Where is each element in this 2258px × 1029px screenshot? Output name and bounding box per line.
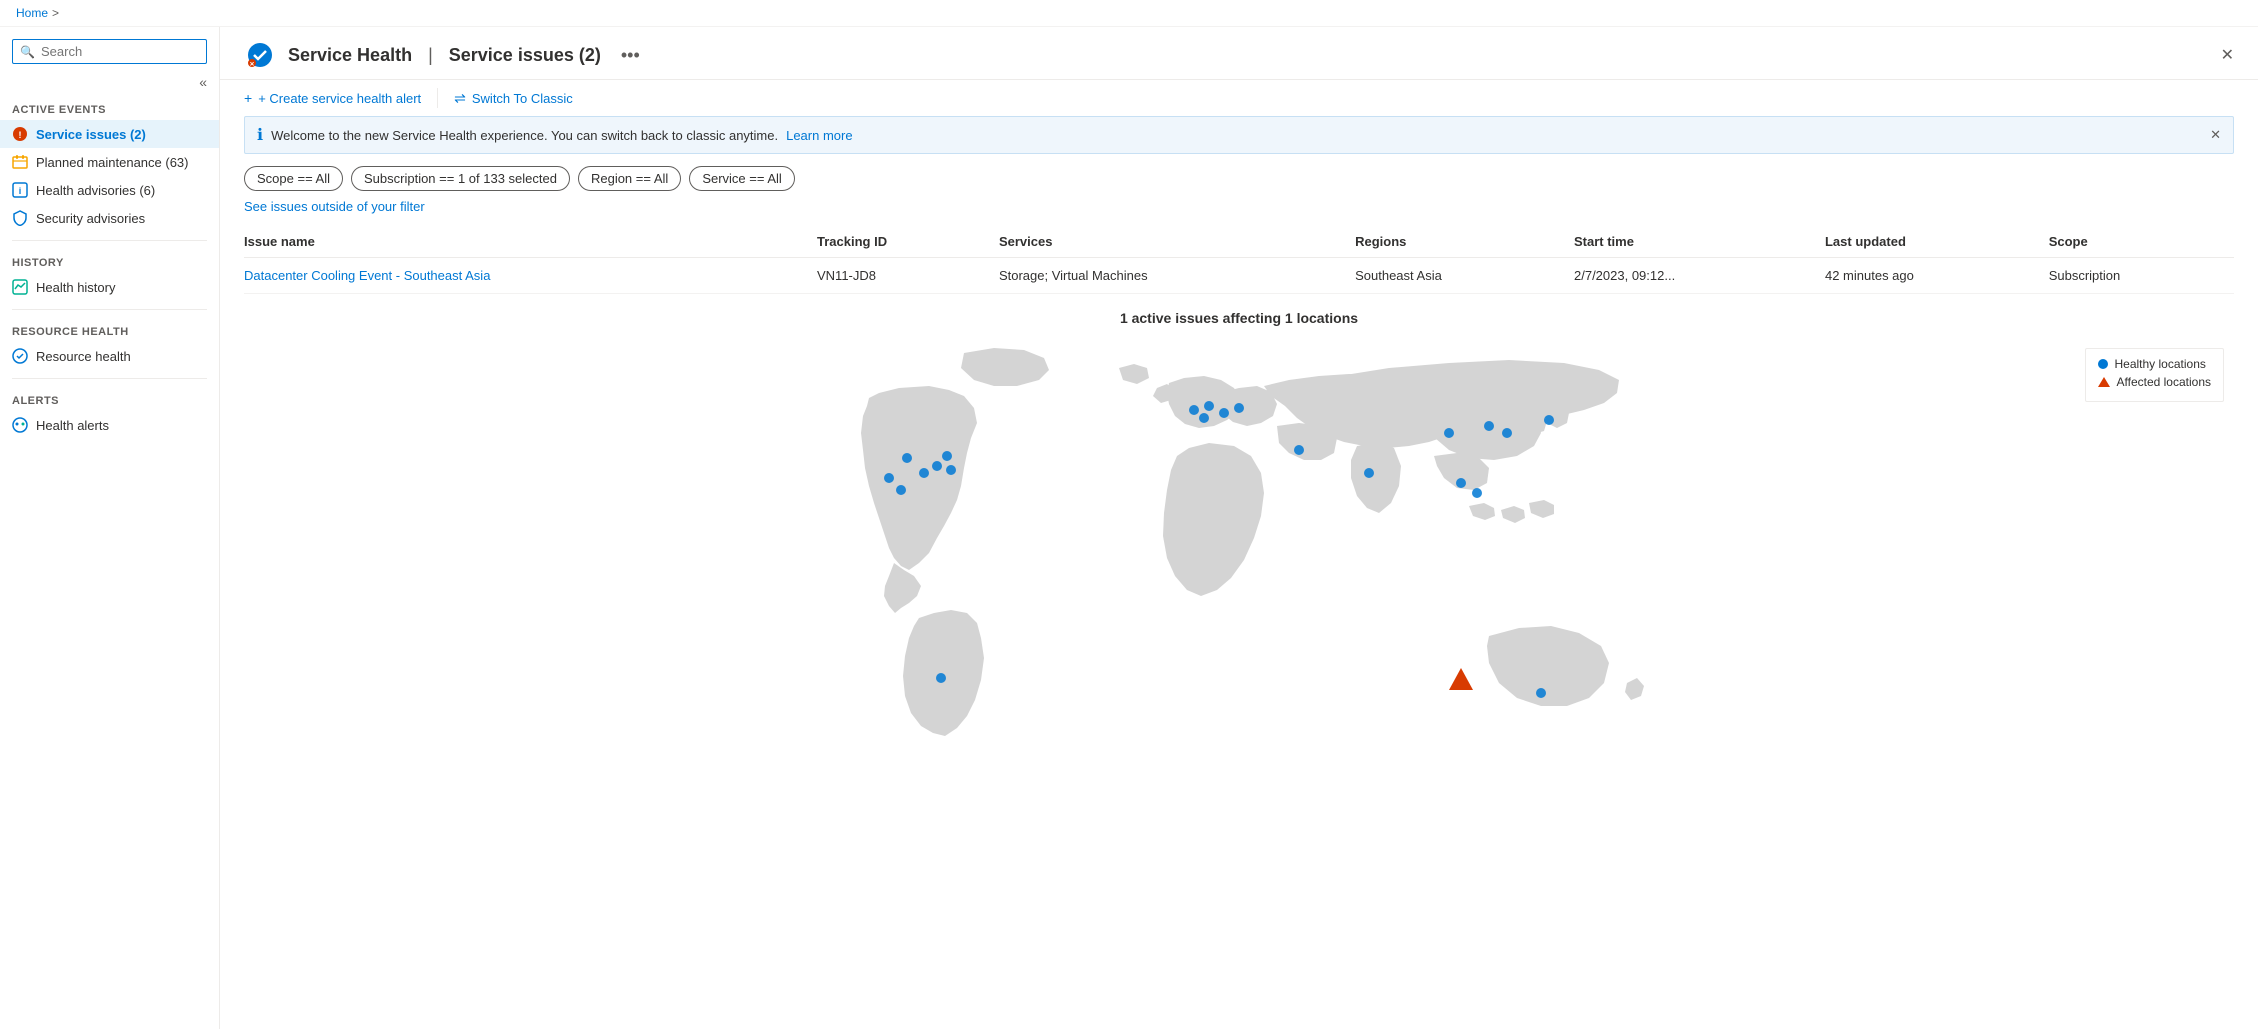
tracking-id-cell: VN11-JD8: [817, 258, 999, 294]
see-issues-link[interactable]: See issues outside of your filter: [244, 199, 425, 214]
filters-bar: Scope == All Subscription == 1 of 133 se…: [220, 166, 2258, 199]
banner-close-button[interactable]: ✕: [2210, 127, 2221, 143]
sidebar-item-planned-maintenance[interactable]: Planned maintenance (63): [0, 148, 219, 176]
switch-classic-button[interactable]: ⇌ Switch To Classic: [454, 90, 573, 107]
toolbar: + + Create service health alert ⇌ Switch…: [220, 80, 2258, 116]
toolbar-divider: [437, 88, 438, 108]
affected-triangle-icon: [2098, 377, 2110, 387]
create-alert-button[interactable]: + + Create service health alert: [244, 90, 421, 106]
sidebar-section-history: HISTORY: [0, 249, 219, 273]
page-title-sep: |: [428, 45, 433, 66]
svg-text:✕: ✕: [249, 61, 254, 68]
sidebar-section-alerts: ALERTS: [0, 387, 219, 411]
sidebar-divider-2: [12, 309, 207, 310]
sidebar-section-active-events: ACTIVE EVENTS: [0, 96, 219, 120]
region-filter[interactable]: Region == All: [578, 166, 681, 191]
close-button[interactable]: ✕: [2221, 45, 2234, 65]
info-banner: ℹ Welcome to the new Service Health expe…: [244, 116, 2234, 154]
map-legend: Healthy locations Affected locations: [2085, 348, 2224, 402]
sidebar-item-resource-health-label: Resource health: [36, 349, 131, 364]
col-regions: Regions: [1355, 226, 1574, 258]
sidebar-item-health-alerts-label: Health alerts: [36, 418, 109, 433]
sidebar-item-resource-health[interactable]: Resource health: [0, 342, 219, 370]
subscription-filter[interactable]: Subscription == 1 of 133 selected: [351, 166, 570, 191]
table-row: Datacenter Cooling Event - Southeast Asi…: [244, 258, 2234, 294]
map-title: 1 active issues affecting 1 locations: [244, 310, 2234, 326]
service-issues-icon: !: [12, 126, 28, 142]
legend-healthy: Healthy locations: [2098, 357, 2211, 371]
regions-cell: Southeast Asia: [1355, 258, 1574, 294]
service-filter[interactable]: Service == All: [689, 166, 795, 191]
service-health-icon: ✕: [244, 39, 276, 71]
col-services: Services: [999, 226, 1355, 258]
breadcrumb-home[interactable]: Home: [16, 6, 48, 20]
legend-affected: Affected locations: [2098, 375, 2211, 389]
sidebar-item-health-alerts[interactable]: Health alerts: [0, 411, 219, 439]
banner-info-icon: ℹ: [257, 125, 263, 145]
map-wrapper: Healthy locations Affected locations: [244, 338, 2234, 758]
scope-filter[interactable]: Scope == All: [244, 166, 343, 191]
legend-healthy-label: Healthy locations: [2114, 357, 2205, 371]
collapse-sidebar-button[interactable]: «: [195, 72, 211, 92]
health-history-icon: [12, 279, 28, 295]
svg-text:i: i: [19, 186, 22, 196]
world-map: [789, 338, 1689, 758]
search-input[interactable]: [12, 39, 207, 64]
sidebar-item-service-issues[interactable]: ! Service issues (2): [0, 120, 219, 148]
page-more-button[interactable]: •••: [621, 45, 640, 66]
sidebar-item-planned-maintenance-label: Planned maintenance (63): [36, 155, 189, 170]
sidebar-item-health-advisories-label: Health advisories (6): [36, 183, 155, 198]
sidebar-item-health-advisories[interactable]: i Health advisories (6): [0, 176, 219, 204]
sidebar: 🔍 « ACTIVE EVENTS ! Service issues (2): [0, 27, 220, 1029]
healthy-dot-icon: [2098, 359, 2108, 369]
services-cell: Storage; Virtual Machines: [999, 258, 1355, 294]
search-icon: 🔍: [20, 45, 35, 59]
issues-table: Issue name Tracking ID Services Regions …: [244, 226, 2234, 294]
sidebar-item-service-issues-label: Service issues (2): [36, 127, 146, 142]
breadcrumb-sep: >: [52, 6, 59, 20]
scope-cell: Subscription: [2049, 258, 2234, 294]
security-advisories-icon: [12, 210, 28, 226]
col-last-updated: Last updated: [1825, 226, 2049, 258]
banner-text: Welcome to the new Service Health experi…: [271, 128, 778, 143]
last-updated-cell: 42 minutes ago: [1825, 258, 2049, 294]
page-header: ✕ Service Health | Service issues (2) ••…: [220, 27, 2258, 80]
sidebar-item-health-history-label: Health history: [36, 280, 115, 295]
page-title: Service Health: [288, 45, 412, 66]
sidebar-divider-1: [12, 240, 207, 241]
sidebar-item-security-advisories-label: Security advisories: [36, 211, 145, 226]
sidebar-item-security-advisories[interactable]: Security advisories: [0, 204, 219, 232]
col-issue-name: Issue name: [244, 226, 817, 258]
col-scope: Scope: [2049, 226, 2234, 258]
resource-health-icon: [12, 348, 28, 364]
map-section: 1 active issues affecting 1 locations: [220, 294, 2258, 774]
page-subtitle: Service issues (2): [449, 45, 601, 66]
main-content: ✕ Service Health | Service issues (2) ••…: [220, 27, 2258, 1029]
health-advisories-icon: i: [12, 182, 28, 198]
switch-classic-label: Switch To Classic: [472, 91, 573, 106]
sidebar-item-health-history[interactable]: Health history: [0, 273, 219, 301]
create-alert-icon: +: [244, 90, 252, 106]
planned-maintenance-icon: [12, 154, 28, 170]
col-tracking-id: Tracking ID: [817, 226, 999, 258]
health-alerts-icon: [12, 417, 28, 433]
banner-learn-more-link[interactable]: Learn more: [786, 128, 852, 143]
svg-text:!: !: [19, 130, 22, 140]
col-start-time: Start time: [1574, 226, 1825, 258]
sidebar-section-resource-health: RESOURCE HEALTH: [0, 318, 219, 342]
switch-icon: ⇌: [454, 90, 466, 107]
issue-name-link[interactable]: Datacenter Cooling Event - Southeast Asi…: [244, 268, 490, 283]
start-time-cell: 2/7/2023, 09:12...: [1574, 258, 1825, 294]
see-issues-container: See issues outside of your filter: [220, 199, 2258, 226]
legend-affected-label: Affected locations: [2116, 375, 2211, 389]
issues-table-container: Issue name Tracking ID Services Regions …: [220, 226, 2258, 294]
sidebar-divider-3: [12, 378, 207, 379]
create-alert-label: + Create service health alert: [258, 91, 421, 106]
